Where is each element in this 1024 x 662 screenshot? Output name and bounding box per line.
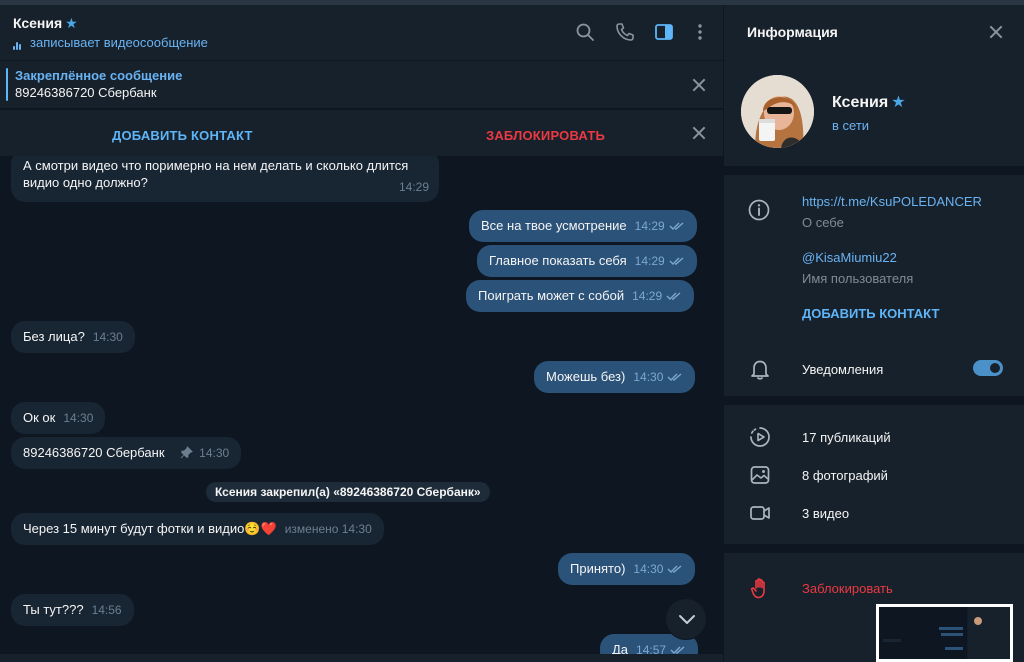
message-text: Можешь без) xyxy=(546,369,626,384)
close-pinned-icon[interactable] xyxy=(692,78,706,92)
chat-panel: Ксения ★ записывает видеосообщение Закре… xyxy=(0,5,723,662)
message-text: Все на твое усмотрение xyxy=(481,218,627,233)
double-check-icon xyxy=(667,373,682,381)
message-text: Без лица? xyxy=(23,329,85,344)
message-bubble-outgoing[interactable]: Поиграть может с собой 14:29 xyxy=(466,280,695,312)
message-text: Главное показать себя xyxy=(489,253,627,268)
message-text: 89246386720 Сбербанк xyxy=(23,445,165,460)
scroll-down-button[interactable] xyxy=(665,598,707,640)
message-bubble-incoming[interactable]: 89246386720 Сбербанк 14:30 xyxy=(11,437,242,469)
message-time: 14:30 xyxy=(63,411,94,425)
message-bubble-incoming[interactable]: А смотри видео что поримерно на нем дела… xyxy=(11,156,439,202)
message-time: 14:30 xyxy=(633,562,664,576)
message-time: 14:29 xyxy=(632,289,663,303)
message-bubble-outgoing[interactable]: Главное показать себя 14:29 xyxy=(477,245,697,277)
info-add-contact-button[interactable]: ДОБАВИТЬ КОНТАКТ xyxy=(802,306,939,321)
pin-icon xyxy=(180,446,194,459)
info-name: Ксения ★ xyxy=(832,92,906,112)
bio-label: О себе xyxy=(802,215,844,230)
message-list[interactable]: А смотри видео что поримерно на нем дела… xyxy=(0,156,723,662)
message-bubble-outgoing[interactable]: Можешь без) 14:30 xyxy=(534,361,696,393)
screenshot-thumbnail[interactable] xyxy=(876,604,1013,662)
chevron-down-icon xyxy=(679,615,695,624)
message-bubble-incoming[interactable]: Ок ок 14:30 xyxy=(11,402,106,434)
bell-icon xyxy=(751,360,769,380)
close-action-bar-icon[interactable] xyxy=(692,126,706,140)
chat-header: Ксения ★ записывает видеосообщение xyxy=(0,5,723,60)
photos-item[interactable]: 8 фотографий xyxy=(802,468,888,483)
chat-title[interactable]: Ксения ★ xyxy=(13,15,78,32)
double-check-icon xyxy=(666,292,681,300)
section-separator xyxy=(724,166,1024,175)
service-message: Ксения закрепил(а) «89246386720 Сбербанк… xyxy=(206,482,490,502)
info-name-text: Ксения xyxy=(832,94,889,111)
message-text: Принято) xyxy=(570,561,626,576)
close-info-icon[interactable] xyxy=(989,25,1003,39)
bio-link[interactable]: https://t.me/KsuPOLEDANCER xyxy=(802,194,982,209)
username-label: Имя пользователя xyxy=(802,271,914,286)
unknown-contact-bar: ДОБАВИТЬ КОНТАКТ ЗАБЛОКИРОВАТЬ xyxy=(0,109,723,156)
section-separator xyxy=(724,396,1024,405)
notifications-label: Уведомления xyxy=(802,362,884,377)
message-time: 14:29 xyxy=(634,254,665,268)
more-icon[interactable] xyxy=(690,22,710,42)
video-icon xyxy=(750,506,770,520)
pinned-title: Закреплённое сообщение xyxy=(15,68,183,83)
message-time: 14:30 xyxy=(199,446,230,460)
message-time: 14:30 xyxy=(92,330,123,344)
section-separator xyxy=(724,544,1024,553)
star-icon: ★ xyxy=(65,15,78,31)
message-text: А смотри видео что поримерно на нем дела… xyxy=(23,158,409,173)
message-text: Поиграть может с собой xyxy=(478,288,625,303)
chat-status-text: записывает видеосообщение xyxy=(30,35,208,50)
telegram-window: Ксения ★ записывает видеосообщение Закре… xyxy=(0,0,1024,662)
chat-name: Ксения xyxy=(13,15,63,31)
avatar[interactable] xyxy=(741,75,814,148)
message-text: Ты тут??? xyxy=(23,602,84,617)
chat-status: записывает видеосообщение xyxy=(13,35,208,50)
info-icon xyxy=(748,199,770,221)
message-text: Ок ок xyxy=(23,410,56,425)
notifications-toggle[interactable] xyxy=(973,360,1003,376)
username-link[interactable]: @KisaMiumiu22 xyxy=(802,250,897,265)
photo-icon xyxy=(750,466,770,484)
videos-item[interactable]: 3 видео xyxy=(802,506,849,521)
star-icon: ★ xyxy=(891,94,906,111)
info-panel: Информация Ксения ★ в сети https://t.me/… xyxy=(724,5,1024,662)
message-bubble-outgoing[interactable]: Принято) 14:30 xyxy=(558,553,696,585)
message-time: 14:30 xyxy=(633,370,664,384)
sidebar-toggle-icon[interactable] xyxy=(654,22,674,42)
stories-icon xyxy=(750,427,770,447)
message-time: 14:29 xyxy=(634,219,665,233)
recording-video-icon xyxy=(13,35,25,50)
message-bubble-incoming[interactable]: Без лица? 14:30 xyxy=(11,321,135,353)
message-time: изменено 14:30 xyxy=(284,522,372,536)
toggle-knob xyxy=(988,361,1002,375)
phone-icon[interactable] xyxy=(615,22,635,42)
message-text: Через 15 минут будут фотки и видио☺️❤️ xyxy=(23,521,277,536)
double-check-icon xyxy=(669,257,684,265)
pinned-message-bar[interactable]: Закреплённое сообщение 89246386720 Сберб… xyxy=(0,60,723,108)
message-bubble-incoming[interactable]: Ты тут??? 14:56 xyxy=(11,594,134,626)
search-icon[interactable] xyxy=(575,22,595,42)
publications-item[interactable]: 17 публикаций xyxy=(802,430,891,445)
add-contact-button[interactable]: ДОБАВИТЬ КОНТАКТ xyxy=(112,128,253,143)
message-text: видио одно должно? xyxy=(23,175,148,190)
compose-bar[interactable] xyxy=(0,654,723,662)
pinned-accent-bar xyxy=(6,68,8,101)
message-time: 14:29 xyxy=(398,180,429,194)
hand-stop-icon xyxy=(750,578,765,599)
info-online-status: в сети xyxy=(832,118,870,133)
message-bubble-outgoing[interactable]: Все на твое усмотрение 14:29 xyxy=(469,210,697,242)
avatar-photo xyxy=(741,75,814,148)
info-block-button[interactable]: Заблокировать xyxy=(802,581,893,596)
pinned-text: 89246386720 Сбербанк xyxy=(15,85,157,100)
thumbnail-preview xyxy=(879,607,1010,659)
block-button[interactable]: ЗАБЛОКИРОВАТЬ xyxy=(486,128,605,143)
double-check-icon xyxy=(669,222,684,230)
info-title: Информация xyxy=(747,24,838,40)
double-check-icon xyxy=(667,565,682,573)
message-time: 14:56 xyxy=(91,603,122,617)
message-bubble-incoming[interactable]: Через 15 минут будут фотки и видио☺️❤️ из… xyxy=(11,513,384,545)
